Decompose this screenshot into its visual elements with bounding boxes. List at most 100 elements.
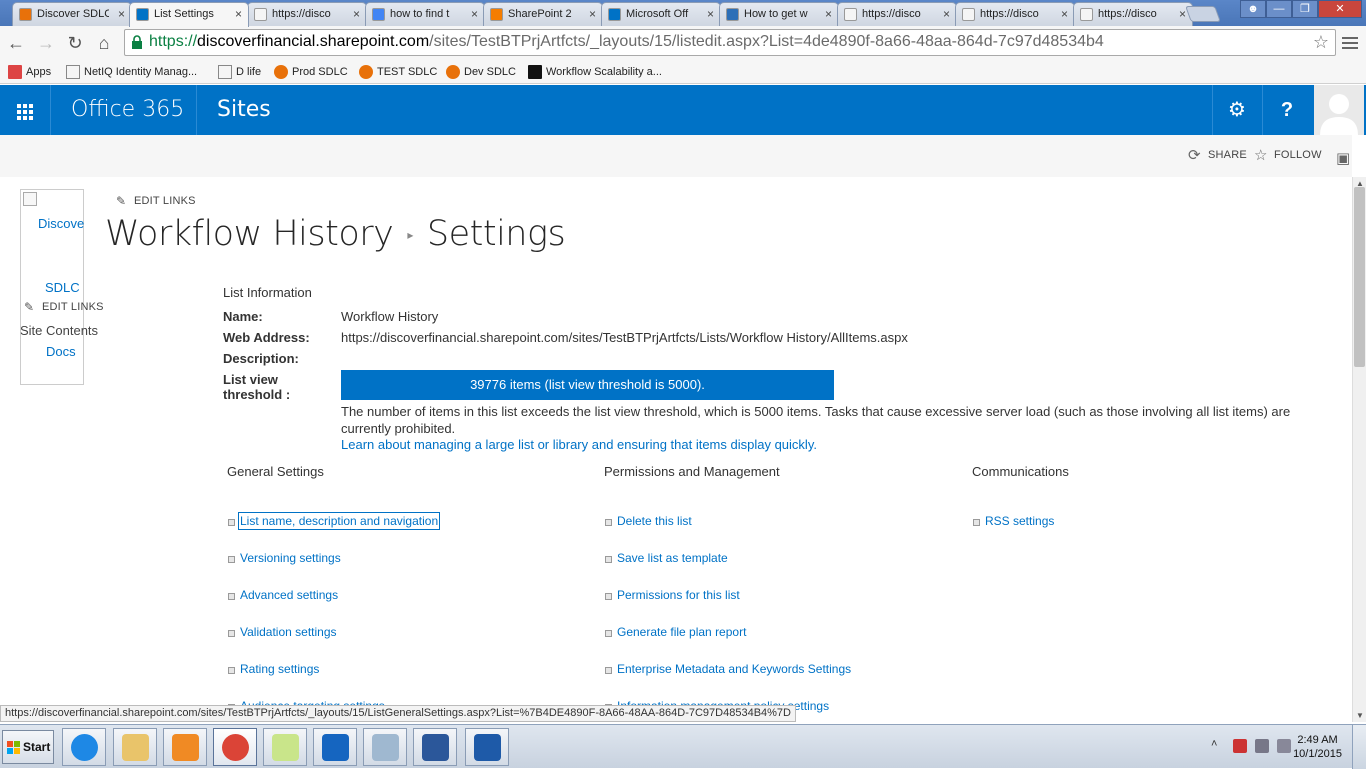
- tab-close-icon[interactable]: ×: [1061, 3, 1068, 25]
- show-desktop-button[interactable]: [1352, 725, 1366, 769]
- list-information-heading: List Information: [223, 285, 312, 300]
- taskbar-outlook[interactable]: [313, 728, 357, 766]
- tab-close-icon[interactable]: ×: [471, 3, 478, 25]
- learn-large-list-link[interactable]: Learn about managing a large list or lib…: [341, 437, 817, 452]
- permission-setting-link[interactable]: Delete this list: [605, 514, 692, 528]
- bookmark-item[interactable]: Dev SDLC: [446, 63, 516, 81]
- taskbar-file-explorer[interactable]: [113, 728, 157, 766]
- threshold-label: List view threshold :: [223, 372, 291, 402]
- tab-favicon-icon: [254, 8, 267, 21]
- tab-close-icon[interactable]: ×: [707, 3, 714, 25]
- bookmark-item[interactable]: D life: [218, 63, 261, 81]
- general-setting-link[interactable]: Validation settings: [228, 625, 337, 639]
- permission-setting-link[interactable]: Generate file plan report: [605, 625, 746, 639]
- home-icon[interactable]: ⌂: [92, 31, 116, 55]
- tab-close-icon[interactable]: ×: [589, 3, 596, 25]
- browser-tab[interactable]: https://disco ×: [837, 2, 957, 26]
- tab-close-icon[interactable]: ×: [118, 3, 125, 25]
- general-setting-link[interactable]: Rating settings: [228, 662, 319, 676]
- taskbar-sticky-notes[interactable]: [263, 728, 307, 766]
- back-arrow-icon[interactable]: ←: [4, 31, 28, 55]
- bookmark-icon: [218, 65, 232, 79]
- follow-button[interactable]: ☆ FOLLOW: [1254, 147, 1322, 164]
- sites-app-title[interactable]: Sites: [217, 97, 271, 122]
- communication-setting-link[interactable]: RSS settings: [973, 514, 1054, 528]
- vertical-scrollbar[interactable]: ▲ ▼: [1352, 177, 1366, 722]
- volume-muted-icon[interactable]: [1277, 739, 1291, 753]
- start-button[interactable]: Start: [2, 730, 54, 764]
- taskbar-internet-explorer[interactable]: [62, 728, 106, 766]
- action-center-icon[interactable]: [1233, 739, 1247, 753]
- bookmark-item[interactable]: Workflow Scalability a...: [528, 63, 662, 81]
- restore-button[interactable]: ❐: [1292, 0, 1318, 18]
- tab-close-icon[interactable]: ×: [353, 3, 360, 25]
- breadcrumb-arrow-icon: ▸: [407, 228, 413, 242]
- browser-tab[interactable]: How to get w ×: [719, 2, 839, 26]
- forward-arrow-icon[interactable]: →: [34, 31, 58, 55]
- title-list-name[interactable]: Workflow History: [105, 214, 394, 254]
- bookmark-item[interactable]: TEST SDLC: [359, 63, 437, 81]
- taskbar-chrome[interactable]: [213, 728, 257, 766]
- permissions-heading: Permissions and Management: [604, 464, 780, 479]
- nav-item-sdlc[interactable]: SDLC: [45, 280, 80, 295]
- bookmark-star-icon[interactable]: ☆: [1313, 32, 1329, 53]
- browser-tab[interactable]: List Settings ×: [129, 2, 249, 27]
- close-window-button[interactable]: ✕: [1318, 0, 1362, 18]
- minimize-button[interactable]: —: [1266, 0, 1292, 18]
- bookmark-icon: [66, 65, 80, 79]
- system-clock[interactable]: 2:49 AM 10/1/2015: [1293, 733, 1342, 761]
- address-bar[interactable]: https://discoverfinancial.sharepoint.com…: [124, 29, 1336, 56]
- permission-setting-link[interactable]: Permissions for this list: [605, 588, 740, 602]
- threshold-message: The number of items in this list exceeds…: [341, 404, 1291, 436]
- taskbar-word[interactable]: [413, 728, 457, 766]
- user-avatar[interactable]: [1314, 85, 1364, 135]
- tab-favicon-icon: [19, 8, 32, 21]
- chrome-icon: [222, 734, 249, 761]
- browser-tab-strip: Discover SDLC × List Settings × https://disc…: [0, 0, 1366, 27]
- address-url: https://discoverfinancial.sharepoint.com…: [149, 33, 1104, 50]
- browser-tab[interactable]: how to find t ×: [365, 2, 485, 26]
- browser-tab[interactable]: https://disco ×: [1073, 2, 1193, 26]
- office365-brand[interactable]: Office 365: [71, 97, 184, 122]
- permission-setting-link[interactable]: Save list as template: [605, 551, 728, 565]
- share-button[interactable]: ⟳ SHARE: [1188, 147, 1247, 164]
- nav-item-docs[interactable]: Docs: [46, 344, 76, 359]
- scrollbar-thumb[interactable]: [1354, 187, 1365, 367]
- top-edit-links-button[interactable]: ✎ EDIT LINKS: [116, 194, 196, 208]
- browser-tab[interactable]: SharePoint 2 ×: [483, 2, 603, 26]
- bookmark-apps[interactable]: Apps: [8, 63, 51, 81]
- permission-setting-link[interactable]: Enterprise Metadata and Keywords Setting…: [605, 662, 851, 676]
- bookmark-item[interactable]: NetIQ Identity Manag...: [66, 63, 197, 81]
- nav-item-site-contents[interactable]: Site Contents: [20, 323, 98, 338]
- taskbar-tools[interactable]: [465, 728, 509, 766]
- browser-tab[interactable]: Microsoft Off ×: [601, 2, 721, 26]
- network-icon[interactable]: [1255, 739, 1269, 753]
- browser-tab[interactable]: https://disco ×: [955, 2, 1075, 26]
- word-icon: [422, 734, 449, 761]
- app-launcher-icon[interactable]: [0, 85, 50, 135]
- user-profile-icon[interactable]: ☻: [1240, 0, 1266, 18]
- tab-close-icon[interactable]: ×: [235, 3, 242, 25]
- browser-tab[interactable]: https://disco ×: [247, 2, 367, 26]
- browser-tab[interactable]: Discover SDLC ×: [12, 2, 132, 26]
- tray-expand-icon[interactable]: ˄: [1211, 738, 1217, 750]
- left-edit-links-button[interactable]: ✎ EDIT LINKS: [24, 300, 104, 314]
- taskbar-media-player[interactable]: [163, 728, 207, 766]
- help-icon[interactable]: ?: [1262, 85, 1312, 135]
- tab-close-icon[interactable]: ×: [943, 3, 950, 25]
- focus-content-icon[interactable]: ▣: [1336, 149, 1350, 167]
- settings-gear-icon[interactable]: ⚙: [1212, 85, 1262, 135]
- reload-icon[interactable]: ↻: [63, 31, 87, 55]
- general-setting-link[interactable]: Advanced settings: [228, 588, 338, 602]
- scroll-down-icon[interactable]: ▼: [1356, 711, 1364, 720]
- windows-flag-icon: [7, 741, 20, 754]
- tab-title: Microsoft Off: [626, 8, 689, 20]
- general-setting-link[interactable]: Versioning settings: [228, 551, 341, 565]
- bookmark-item[interactable]: Prod SDLC: [274, 63, 348, 81]
- general-setting-link[interactable]: List name, description and navigation: [228, 512, 441, 530]
- taskbar-notepad[interactable]: [363, 728, 407, 766]
- new-tab-button[interactable]: [1185, 6, 1221, 22]
- communications-heading: Communications: [972, 464, 1069, 479]
- chrome-menu-icon[interactable]: [1342, 34, 1358, 52]
- tab-close-icon[interactable]: ×: [825, 3, 832, 25]
